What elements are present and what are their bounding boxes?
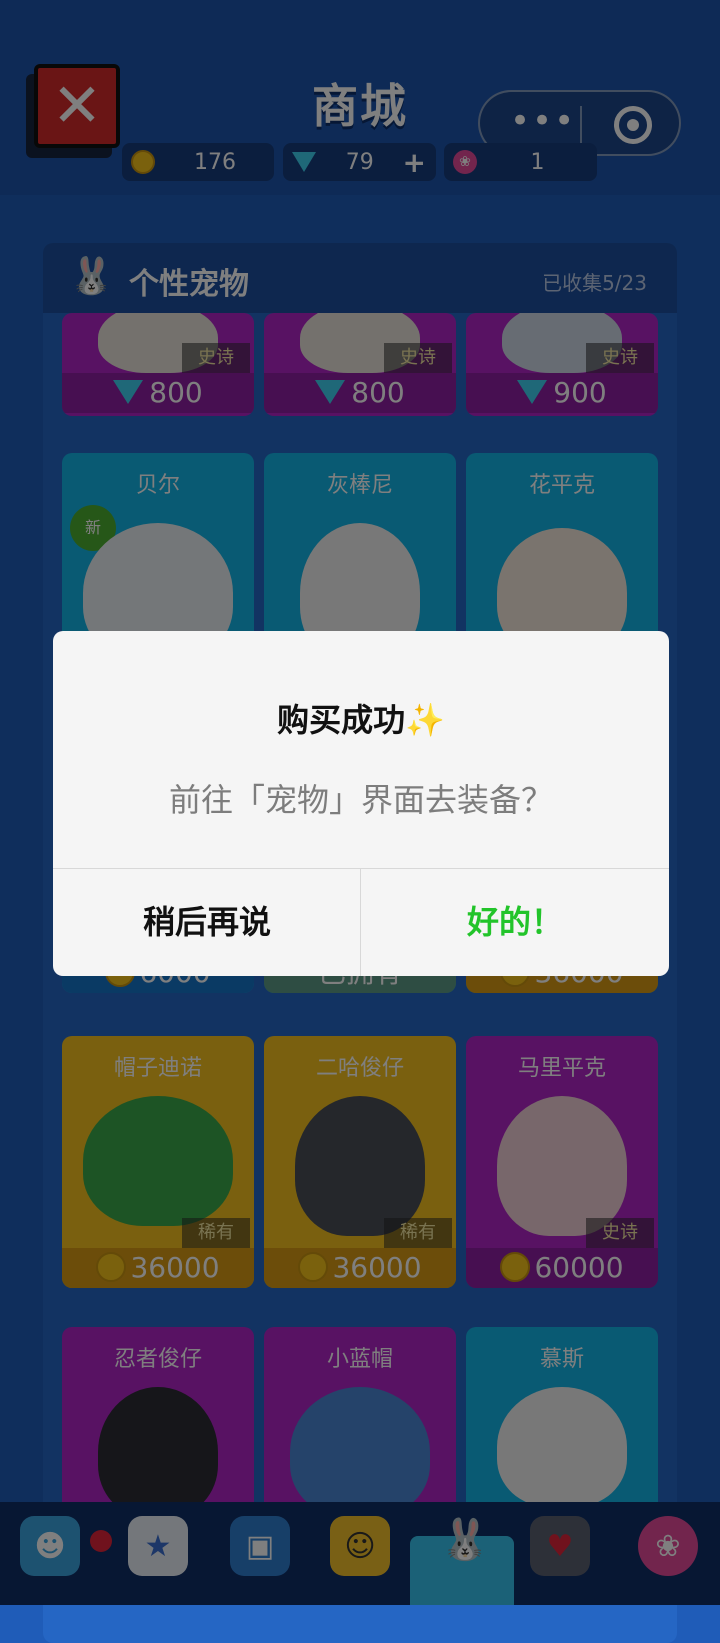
dialog-message: 前往「宠物」界面去装备？ (168, 781, 553, 819)
purchase-success-dialog: 购买成功✨ 前往「宠物」界面去装备？ 稍后再说 好的！ (53, 631, 669, 976)
later-button[interactable]: 稍后再说 (53, 868, 361, 976)
shop-page: ✕ 商城 ••• 176 79 + ❀ 1 🐰 个性宠物 已收集5/23 史诗 (0, 0, 720, 1643)
dialog-title: 购买成功✨ (277, 701, 445, 739)
ok-button[interactable]: 好的！ (361, 868, 669, 976)
